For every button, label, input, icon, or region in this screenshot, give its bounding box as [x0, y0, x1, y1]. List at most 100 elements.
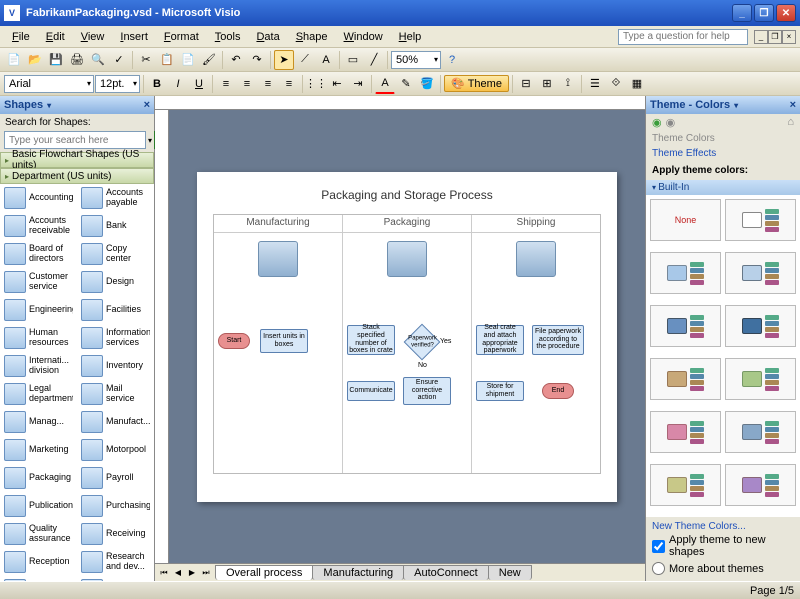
tab-last-button[interactable]: ⏭	[199, 568, 213, 578]
fontsize-combo[interactable]: 12pt.	[95, 75, 140, 93]
process-node[interactable]: Insert units in boxes	[260, 329, 308, 353]
stencil-flowchart[interactable]: Basic Flowchart Shapes (US units)	[0, 152, 154, 168]
theme-effects-link[interactable]: Theme Effects	[646, 146, 800, 161]
shape-item[interactable]: Accounts receivable	[0, 212, 77, 240]
process-node[interactable]: Ensure corrective action	[403, 377, 451, 405]
close-button[interactable]: ✕	[776, 4, 796, 22]
shape-item[interactable]: Marketing	[0, 436, 77, 464]
shape-item[interactable]: Design	[77, 268, 154, 296]
home-button[interactable]: ⌂	[787, 116, 794, 129]
connect-button[interactable]: ⟟	[558, 74, 578, 94]
theme-swatch[interactable]	[725, 305, 796, 347]
shape-item[interactable]: Research and dev...	[77, 548, 154, 576]
layers-button[interactable]: ☰	[585, 74, 605, 94]
process-node[interactable]: Communicate	[347, 381, 395, 401]
align-shapes-button[interactable]: ⊟	[516, 74, 536, 94]
page-tab-autoconnect[interactable]: AutoConnect	[403, 565, 489, 580]
tab-first-button[interactable]: ⏮	[157, 568, 171, 578]
shape-item[interactable]: Bank	[77, 212, 154, 240]
new-button[interactable]: 📄	[4, 50, 24, 70]
shape-item[interactable]: Copy center	[77, 240, 154, 268]
font-combo[interactable]: Arial	[4, 75, 94, 93]
indent-left-button[interactable]: ⇤	[327, 74, 347, 94]
shape-item[interactable]: Inventory	[77, 352, 154, 380]
distribute-button[interactable]: ⊞	[537, 74, 557, 94]
search-dropdown-icon[interactable]: ▾	[148, 136, 152, 145]
mdi-minimize[interactable]: _	[754, 30, 768, 44]
forward-button[interactable]: ◉	[666, 116, 676, 129]
connector-tool[interactable]: ⟋	[295, 50, 315, 70]
fill-color-button[interactable]: 🪣	[417, 74, 437, 94]
shape-item[interactable]: Legal department	[0, 380, 77, 408]
theme-swatch[interactable]	[725, 411, 796, 453]
apply-new-checkbox[interactable]: Apply theme to new shapes	[652, 532, 794, 560]
spelling-button[interactable]: ✓	[109, 50, 129, 70]
cut-button[interactable]: ✂	[136, 50, 156, 70]
line-tool[interactable]: ╱	[364, 50, 384, 70]
menu-data[interactable]: Data	[248, 29, 287, 45]
theme-swatch-none[interactable]: None	[650, 199, 721, 241]
shape-item[interactable]: Packaging	[0, 464, 77, 492]
shape-item[interactable]: Quality assurance	[0, 520, 77, 548]
shape-item[interactable]: Purchasing	[77, 492, 154, 520]
theme-swatch[interactable]	[725, 358, 796, 400]
page-tab-manufacturing[interactable]: Manufacturing	[312, 565, 404, 580]
shape-item[interactable]: Customer service	[0, 268, 77, 296]
theme-swatch[interactable]	[650, 411, 721, 453]
align-right-button[interactable]: ≡	[258, 74, 278, 94]
process-node[interactable]: Stack specified number of boxes in crate	[347, 325, 395, 355]
shape-search-input[interactable]	[4, 131, 146, 149]
theme-button[interactable]: 🎨Theme	[444, 75, 509, 92]
indent-right-button[interactable]: ⇥	[348, 74, 368, 94]
bullets-button[interactable]: ⋮⋮	[306, 74, 326, 94]
end-node[interactable]: End	[542, 383, 574, 399]
mdi-close[interactable]: ×	[782, 30, 796, 44]
minimize-button[interactable]: _	[732, 4, 752, 22]
shape-item[interactable]: Manufact...	[77, 408, 154, 436]
menu-help[interactable]: Help	[391, 29, 430, 45]
paste-button[interactable]: 📄	[178, 50, 198, 70]
shape-item[interactable]: Internati... division	[0, 352, 77, 380]
menu-format[interactable]: Format	[156, 29, 207, 45]
theme-swatch[interactable]	[725, 252, 796, 294]
zoom-combo[interactable]: 50%	[391, 51, 441, 69]
preview-button[interactable]: 🔍	[88, 50, 108, 70]
process-node[interactable]: File paperwork according to the procedur…	[532, 325, 584, 355]
pointer-tool[interactable]: ➤	[274, 50, 294, 70]
align-justify-button[interactable]: ≡	[279, 74, 299, 94]
theme-swatch[interactable]	[650, 464, 721, 506]
tab-prev-button[interactable]: ◀	[171, 568, 185, 578]
data-button[interactable]: ▦	[627, 74, 647, 94]
maximize-button[interactable]: ❐	[754, 4, 774, 22]
save-button[interactable]: 💾	[46, 50, 66, 70]
shape-item[interactable]: Receiving	[77, 520, 154, 548]
bold-button[interactable]: B	[147, 74, 167, 94]
chevron-down-icon[interactable]: ▾	[734, 101, 738, 110]
menu-edit[interactable]: Edit	[38, 29, 73, 45]
close-pane-button[interactable]: ×	[790, 99, 796, 111]
shape-item[interactable]: Publications	[0, 492, 77, 520]
mdi-restore[interactable]: ❐	[768, 30, 782, 44]
tab-next-button[interactable]: ▶	[185, 568, 199, 578]
menu-tools[interactable]: Tools	[207, 29, 249, 45]
shape-item[interactable]: Engineering	[0, 296, 77, 324]
start-node[interactable]: Start	[218, 333, 250, 349]
help-button[interactable]: ?	[442, 50, 462, 70]
decision-node[interactable]: Paperwork verified?	[404, 323, 441, 360]
chevron-down-icon[interactable]: ▾	[47, 101, 51, 110]
shape-item[interactable]: Facilities	[77, 296, 154, 324]
shape-item[interactable]: Human resources	[0, 324, 77, 352]
text-tool[interactable]: A	[316, 50, 336, 70]
font-color-button[interactable]: A	[375, 74, 395, 94]
theme-swatch[interactable]	[725, 464, 796, 506]
theme-swatch[interactable]	[650, 358, 721, 400]
more-themes-link[interactable]: More about themes	[652, 560, 794, 577]
underline-button[interactable]: U	[189, 74, 209, 94]
help-search-input[interactable]	[618, 29, 748, 45]
shape-item[interactable]: Manag...	[0, 408, 77, 436]
shape-item[interactable]: Information services	[77, 324, 154, 352]
stencil-department[interactable]: Department (US units)	[0, 168, 154, 184]
close-pane-button[interactable]: ×	[144, 99, 150, 111]
line-color-button[interactable]: ✎	[396, 74, 416, 94]
redo-button[interactable]: ↷	[247, 50, 267, 70]
